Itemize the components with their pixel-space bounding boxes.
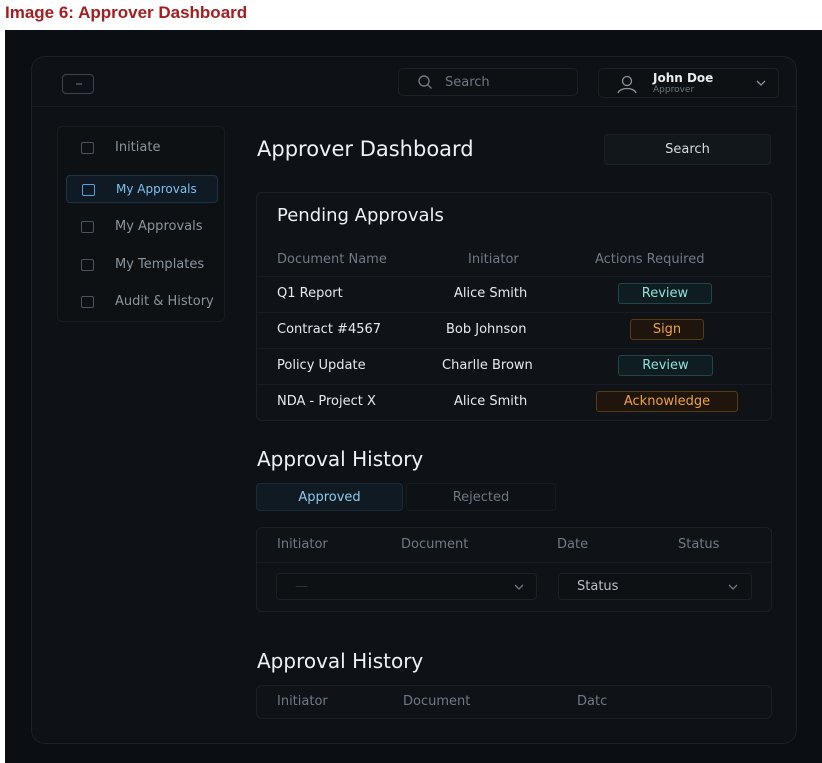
column-header[interactable]: Actions Required	[595, 252, 704, 267]
table-row[interactable]: Contract #4567 Bob Johnson Sign	[257, 312, 772, 348]
table-row[interactable]: Q1 Report Alice Smith Review	[257, 276, 772, 312]
user-menu[interactable]: John Doe Approver	[598, 68, 779, 98]
sidebar: Initiate My Approvals My Approvals My Te…	[57, 126, 225, 322]
user-icon	[617, 75, 637, 94]
image-caption: Image 6: Approver Dashboard	[5, 3, 248, 22]
column-header[interactable]: Document	[401, 537, 468, 552]
action-badge-review[interactable]: Review	[618, 283, 712, 304]
user-role: Approver	[653, 85, 695, 95]
check-square-icon	[82, 184, 95, 196]
approval-history-table-2: Initiator Document Datc	[256, 685, 772, 719]
sidebar-item-my-templates[interactable]: My Templates	[58, 251, 226, 279]
initiator-name: Alice Smith	[454, 286, 528, 301]
document-name: NDA - Project X	[277, 394, 376, 409]
status-value: Status	[577, 579, 619, 594]
sidebar-item-label: My Templates	[115, 257, 205, 272]
column-header[interactable]: Document	[403, 694, 470, 709]
section-title: Pending Approvals	[277, 205, 444, 226]
page-title: Approver Dashboard	[257, 137, 474, 161]
tab-rejected[interactable]: Rejected	[406, 483, 556, 511]
search-input[interactable]: Search	[398, 68, 578, 96]
column-header[interactable]: Initiator	[277, 694, 328, 709]
divider	[257, 562, 771, 563]
column-header[interactable]: Datc	[577, 694, 607, 709]
sidebar-item-my-approvals[interactable]: My Approvals	[58, 213, 226, 241]
document-name: Q1 Report	[277, 286, 343, 301]
sidebar-item-label: My Approvals	[116, 182, 197, 196]
document-icon	[81, 142, 94, 154]
column-header[interactable]: Date	[557, 537, 588, 552]
table-row[interactable]: Policy Update Charlle Brown Review	[257, 348, 772, 384]
section-title: Approval History	[257, 649, 424, 673]
action-badge-acknowledge[interactable]: Acknowledge	[596, 391, 738, 412]
filter-value: —	[295, 579, 308, 594]
column-header[interactable]: Initiator	[468, 252, 519, 267]
section-title: Approval History	[257, 447, 424, 471]
filter-select[interactable]: —	[276, 573, 537, 600]
top-bar: Search John Doe Approver	[32, 57, 798, 107]
sidebar-item-label: Audit & History	[115, 294, 214, 309]
initiator-name: Bob Johnson	[446, 322, 527, 337]
table-row[interactable]: NDA - Project X Alice Smith Acknowledge	[257, 384, 772, 420]
document-name: Contract #4567	[277, 322, 382, 337]
action-badge-review[interactable]: Review	[618, 355, 713, 376]
initiator-name: Alice Smith	[454, 394, 528, 409]
sidebar-item-label: Initiate	[115, 140, 161, 155]
search-button[interactable]: Search	[604, 134, 771, 165]
column-header[interactable]: Initiator	[277, 537, 328, 552]
search-placeholder: Search	[445, 75, 490, 90]
document-name: Policy Update	[277, 358, 366, 373]
user-name: John Doe	[653, 71, 714, 85]
menu-icon[interactable]	[62, 74, 94, 94]
sidebar-item-audit-history[interactable]: Audit & History	[58, 288, 226, 316]
chevron-down-icon	[756, 80, 766, 86]
status-select[interactable]: Status	[558, 573, 752, 600]
chevron-down-icon	[728, 584, 738, 590]
initiator-name: Charlle Brown	[442, 358, 533, 373]
sidebar-item-initiate[interactable]: Initiate	[58, 134, 226, 162]
column-header[interactable]: Document Name	[277, 252, 387, 267]
tab-approved[interactable]: Approved	[256, 483, 403, 511]
action-badge-sign[interactable]: Sign	[630, 319, 704, 340]
template-icon	[81, 259, 94, 271]
app-window: Search John Doe Approver Initiate My App…	[5, 30, 822, 763]
check-square-icon	[81, 221, 94, 233]
chevron-down-icon	[514, 584, 524, 590]
sidebar-item-my-approvals-active[interactable]: My Approvals	[66, 175, 218, 203]
pending-approvals-card: Pending Approvals Document Name Initiato…	[256, 192, 772, 421]
history-icon	[81, 296, 94, 308]
column-header[interactable]: Status	[678, 537, 719, 552]
sidebar-item-label: My Approvals	[115, 219, 203, 234]
search-icon	[418, 75, 432, 89]
dashboard-panel: Search John Doe Approver Initiate My App…	[31, 56, 798, 744]
